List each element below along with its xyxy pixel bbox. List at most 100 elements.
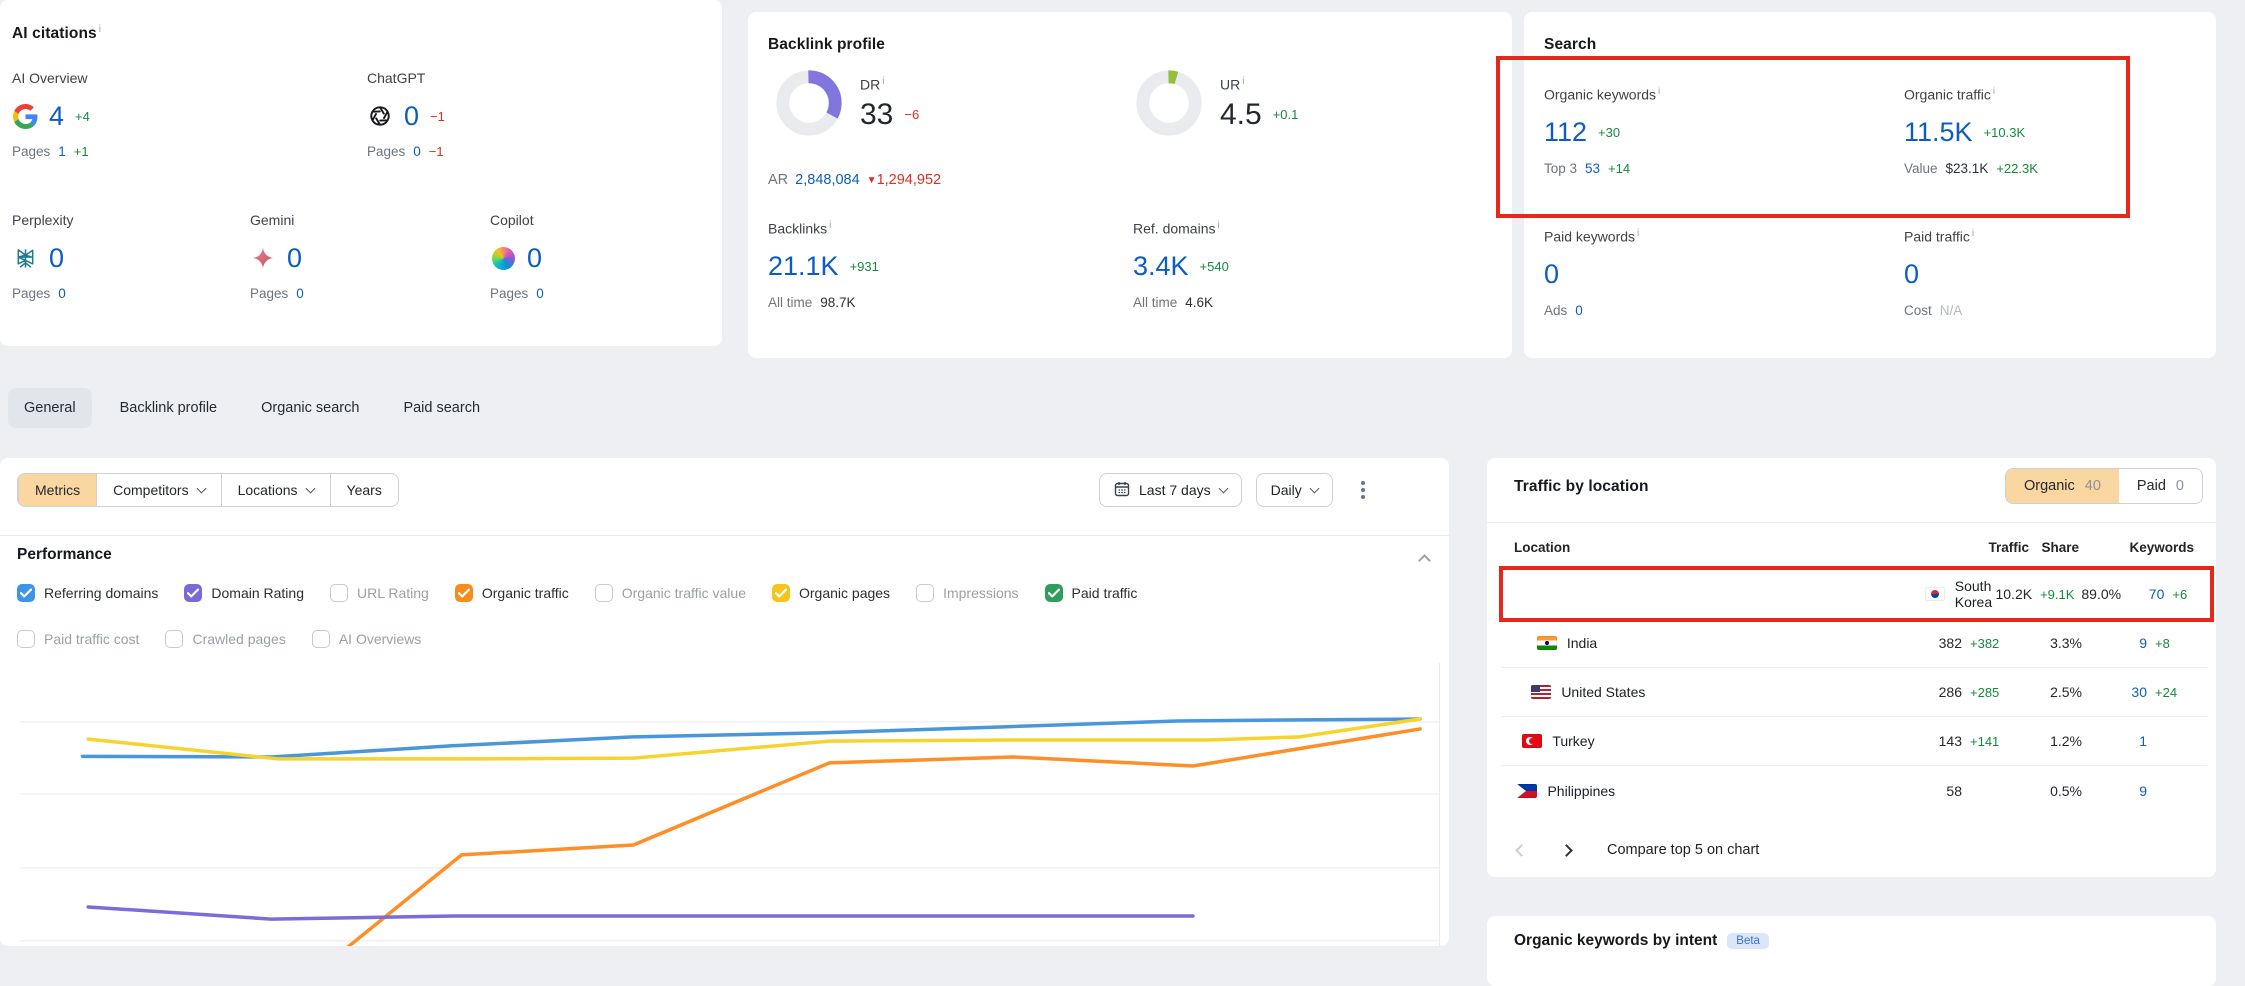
toggle-segment[interactable]: Paid 0 [2119, 469, 2202, 503]
metric-checkbox[interactable]: Paid traffic [1045, 584, 1138, 602]
stat-delta: +931 [850, 259, 879, 274]
citations-value[interactable]: 0 [527, 243, 542, 274]
copilot-icon [490, 245, 516, 271]
overview-main-panel: Metrics Competitors Locations Years [0, 458, 1449, 946]
donut-gauge-icon [776, 70, 842, 141]
metric-checkbox[interactable]: Crawled pages [165, 630, 285, 648]
filter-button[interactable]: Competitors [96, 474, 220, 506]
stat-label: Backlinks [768, 221, 827, 237]
toggle-segment[interactable]: Organic 40 [2006, 469, 2119, 503]
table-row[interactable]: United States 286 +285 2.5% 30 +24 [1501, 668, 2207, 717]
ar-value[interactable]: 2,848,084 [795, 172, 860, 188]
pages-value[interactable]: 1 [58, 144, 66, 159]
citations-value[interactable]: 0 [287, 243, 302, 274]
info-icon[interactable]: i [1658, 86, 1660, 97]
filter-button[interactable]: Locations [221, 474, 330, 506]
table-row[interactable]: Turkey 143 +141 1.2% 1 [1501, 717, 2207, 766]
keywords-value[interactable]: 1 [2082, 733, 2147, 749]
metric-checkbox-label: Impressions [943, 585, 1018, 601]
stat-sub-value: $23.1K [1946, 161, 1989, 176]
collapse-icon[interactable] [1418, 554, 1431, 567]
tab[interactable]: General [8, 388, 92, 428]
table-row[interactable]: India 382 +382 3.3% 9 +8 [1501, 619, 2207, 668]
citations-delta: +4 [75, 109, 90, 124]
filter-button[interactable]: Metrics [18, 474, 96, 506]
seo-dashboard: { "ui": { "info_mark": "i" }, "ai_citati… [0, 0, 2245, 946]
citations-value[interactable]: 0 [49, 243, 64, 274]
stat-value[interactable]: 112 [1544, 117, 1587, 148]
metric-checkbox[interactable]: URL Rating [330, 584, 429, 602]
metric-checkbox[interactable]: Organic traffic [455, 584, 569, 602]
stat-sub-delta: +14 [1608, 161, 1630, 176]
stat-sub-label: Top 3 [1544, 161, 1577, 176]
info-icon[interactable]: i [882, 76, 884, 87]
pages-value[interactable]: 0 [536, 286, 544, 301]
series-domain-rating [88, 907, 1193, 919]
citations-value[interactable]: 0 [404, 101, 419, 132]
tab[interactable]: Backlink profile [104, 388, 234, 428]
info-icon[interactable]: i [99, 24, 101, 35]
rating-delta: −6 [904, 107, 919, 122]
tab[interactable]: Paid search [387, 388, 496, 428]
metric-checkbox[interactable]: Organic pages [772, 584, 890, 602]
metric-checkbox-label: Crawled pages [192, 631, 285, 647]
ahrefs-rank-row: AR 2,848,084 ▼1,294,952 [768, 172, 941, 188]
more-options-icon[interactable] [1355, 475, 1371, 505]
prev-page-icon[interactable] [1515, 844, 1528, 857]
stat-value[interactable]: 11.5K [1904, 117, 1973, 148]
stat-sub-value: 53 [1585, 161, 1600, 176]
citations-value[interactable]: 4 [49, 101, 64, 132]
info-icon[interactable]: i [1972, 228, 1974, 239]
checkbox-icon [165, 630, 183, 648]
stat-sub-label: Cost [1904, 303, 1932, 318]
metric-checkbox[interactable]: Impressions [916, 584, 1018, 602]
metric-checkbox[interactable]: AI Overviews [312, 630, 421, 648]
stat-value[interactable]: 3.4K [1133, 251, 1189, 282]
rating-value: 33 [860, 98, 893, 132]
ai-source-label: Copilot [490, 212, 720, 228]
stat-label: Paid keywords [1544, 229, 1635, 245]
pages-value[interactable]: 0 [58, 286, 66, 301]
stat-block: Organic keywordsi 112 +30 Top 3 53 +14 [1544, 86, 1874, 176]
granularity-button[interactable]: Daily [1256, 473, 1333, 507]
next-page-icon[interactable] [1560, 844, 1573, 857]
checkbox-icon [916, 584, 934, 602]
info-icon[interactable]: i [1217, 220, 1219, 231]
keywords-value[interactable]: 9 [2082, 783, 2147, 799]
tab[interactable]: Organic search [245, 388, 375, 428]
stat-sub-label: All time [1133, 295, 1177, 310]
info-icon[interactable]: i [1993, 86, 1995, 97]
stat-block: Ref. domainsi 3.4K +540 All time 4.6K [1133, 220, 1463, 310]
pages-label: Pages [12, 286, 50, 301]
keywords-value[interactable]: 30 [2082, 684, 2147, 700]
stat-sub-label: Ads [1544, 303, 1567, 318]
metric-checkbox-label: Organic traffic value [622, 585, 746, 601]
date-range-button[interactable]: Last 7 days [1099, 473, 1242, 507]
table-row[interactable]: South Korea 10.2K +9.1K 89.0% 70 +6 [1501, 570, 2207, 619]
info-icon[interactable]: i [829, 220, 831, 231]
rating-label: DR [860, 77, 880, 93]
ai-citations-panel: AI citationsi AI Overview 4 +4 Pages 1 +… [0, 0, 722, 346]
metric-checkbox-label: Organic pages [799, 585, 890, 601]
stat-value[interactable]: 21.1K [768, 251, 839, 282]
pages-value[interactable]: 0 [413, 144, 421, 159]
keywords-value[interactable]: 70 [2121, 586, 2164, 602]
ai-source-label: Perplexity [12, 212, 242, 228]
ar-label: AR [768, 172, 788, 188]
ai-citation-item: Gemini 0 Pages 0 [250, 212, 480, 301]
keywords-value[interactable]: 9 [2082, 635, 2147, 651]
stat-value[interactable]: 0 [1904, 259, 1919, 290]
table-row[interactable]: Philippines 58 0.5% 9 [1501, 766, 2207, 815]
metric-checkbox[interactable]: Paid traffic cost [17, 630, 139, 648]
filter-button[interactable]: Years [330, 474, 398, 506]
info-icon[interactable]: i [1637, 228, 1639, 239]
stat-value[interactable]: 0 [1544, 259, 1559, 290]
metric-checkbox[interactable]: Organic traffic value [595, 584, 746, 602]
pages-value[interactable]: 0 [296, 286, 304, 301]
info-icon[interactable]: i [1242, 76, 1244, 87]
search-title: Search [1544, 36, 1596, 54]
metric-checkbox[interactable]: Referring domains [17, 584, 158, 602]
compare-top5-link[interactable]: Compare top 5 on chart [1607, 842, 1759, 858]
metric-checkbox-label: URL Rating [357, 585, 429, 601]
metric-checkbox[interactable]: Domain Rating [184, 584, 304, 602]
